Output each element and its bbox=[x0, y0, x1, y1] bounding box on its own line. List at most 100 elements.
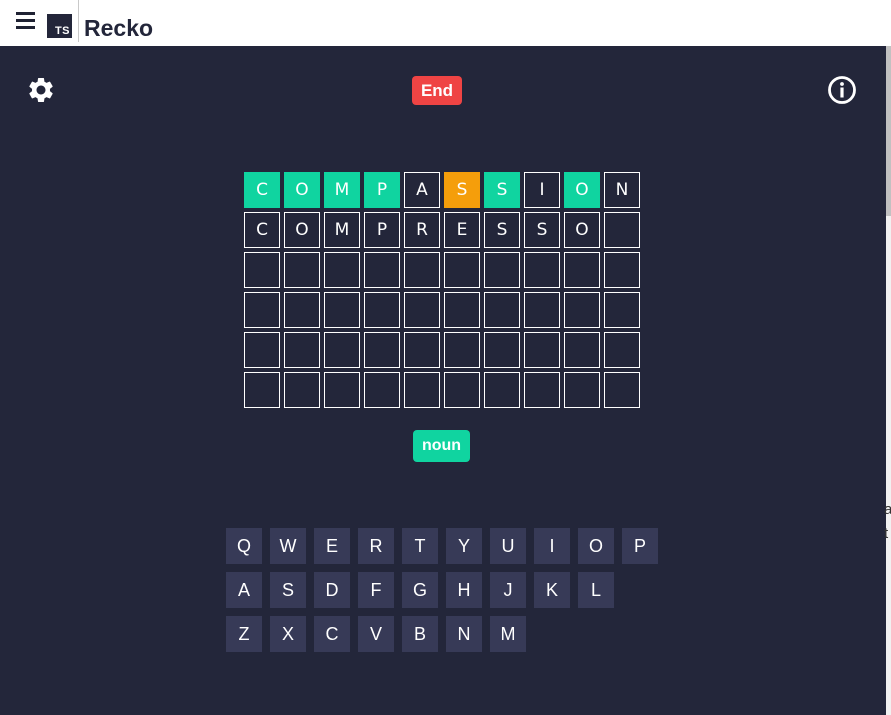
key-d[interactable]: D bbox=[314, 572, 350, 608]
keyboard-row: QWERTYUIOP bbox=[226, 528, 666, 564]
letter-tile: O bbox=[284, 212, 320, 248]
letter-tile bbox=[404, 292, 440, 328]
letter-tile bbox=[524, 372, 560, 408]
key-a[interactable]: A bbox=[226, 572, 262, 608]
key-s[interactable]: S bbox=[270, 572, 306, 608]
letter-tile: S bbox=[524, 212, 560, 248]
key-l[interactable]: L bbox=[578, 572, 614, 608]
key-z[interactable]: Z bbox=[226, 616, 262, 652]
letter-tile bbox=[364, 292, 400, 328]
key-g[interactable]: G bbox=[402, 572, 438, 608]
letter-tile bbox=[324, 372, 360, 408]
guess-board: COMPASSIONCOMPRESSO bbox=[244, 172, 644, 412]
key-h[interactable]: H bbox=[446, 572, 482, 608]
letter-tile bbox=[244, 332, 280, 368]
letter-tile bbox=[404, 332, 440, 368]
key-w[interactable]: W bbox=[270, 528, 306, 564]
letter-tile: P bbox=[364, 172, 400, 208]
letter-tile bbox=[364, 332, 400, 368]
key-p[interactable]: P bbox=[622, 528, 658, 564]
board-row bbox=[244, 292, 644, 328]
key-x[interactable]: X bbox=[270, 616, 306, 652]
edge-text: t bbox=[884, 525, 889, 542]
key-o[interactable]: O bbox=[578, 528, 614, 564]
key-n[interactable]: N bbox=[446, 616, 482, 652]
key-i[interactable]: I bbox=[534, 528, 570, 564]
letter-tile bbox=[284, 252, 320, 288]
game-area: End COMPASSIONCOMPRESSO noun QWERTYUIOPA… bbox=[0, 46, 886, 715]
letter-tile: A bbox=[404, 172, 440, 208]
letter-tile bbox=[604, 292, 640, 328]
key-m[interactable]: M bbox=[490, 616, 526, 652]
letter-tile: S bbox=[444, 172, 480, 208]
board-row bbox=[244, 372, 644, 408]
letter-tile bbox=[324, 292, 360, 328]
info-icon[interactable] bbox=[827, 75, 857, 105]
letter-tile bbox=[284, 292, 320, 328]
letter-tile bbox=[404, 252, 440, 288]
letter-tile: O bbox=[284, 172, 320, 208]
letter-tile bbox=[284, 332, 320, 368]
letter-tile: I bbox=[524, 172, 560, 208]
letter-tile bbox=[364, 372, 400, 408]
letter-tile bbox=[564, 292, 600, 328]
key-q[interactable]: Q bbox=[226, 528, 262, 564]
letter-tile bbox=[324, 252, 360, 288]
key-y[interactable]: Y bbox=[446, 528, 482, 564]
hamburger-menu-icon[interactable] bbox=[16, 12, 35, 29]
key-c[interactable]: C bbox=[314, 616, 350, 652]
key-t[interactable]: T bbox=[402, 528, 438, 564]
word-type-hint: noun bbox=[413, 430, 470, 462]
letter-tile bbox=[564, 332, 600, 368]
letter-tile bbox=[484, 292, 520, 328]
board-row bbox=[244, 252, 644, 288]
header-divider bbox=[78, 0, 79, 42]
letter-tile bbox=[444, 372, 480, 408]
key-f[interactable]: F bbox=[358, 572, 394, 608]
letter-tile bbox=[604, 372, 640, 408]
letter-tile bbox=[564, 372, 600, 408]
letter-tile bbox=[324, 332, 360, 368]
letter-tile: C bbox=[244, 172, 280, 208]
letter-tile: R bbox=[404, 212, 440, 248]
top-bar: TS Recko bbox=[0, 0, 891, 46]
scrollbar-thumb[interactable] bbox=[886, 46, 891, 216]
letter-tile bbox=[484, 372, 520, 408]
letter-tile bbox=[244, 372, 280, 408]
letter-tile: P bbox=[364, 212, 400, 248]
letter-tile: E bbox=[444, 212, 480, 248]
key-j[interactable]: J bbox=[490, 572, 526, 608]
letter-tile bbox=[444, 332, 480, 368]
key-v[interactable]: V bbox=[358, 616, 394, 652]
key-k[interactable]: K bbox=[534, 572, 570, 608]
letter-tile bbox=[484, 332, 520, 368]
letter-tile bbox=[524, 332, 560, 368]
letter-tile: O bbox=[564, 212, 600, 248]
letter-tile: S bbox=[484, 212, 520, 248]
letter-tile bbox=[444, 252, 480, 288]
key-e[interactable]: E bbox=[314, 528, 350, 564]
letter-tile: N bbox=[604, 172, 640, 208]
letter-tile bbox=[524, 252, 560, 288]
letter-tile bbox=[604, 332, 640, 368]
key-u[interactable]: U bbox=[490, 528, 526, 564]
keyboard-row: ZXCVBNM bbox=[226, 616, 666, 652]
board-row: COMPRESSO bbox=[244, 212, 644, 248]
app-title: Recko bbox=[84, 15, 154, 41]
keyboard-row: ASDFGHJKL bbox=[226, 572, 666, 608]
letter-tile bbox=[404, 372, 440, 408]
key-r[interactable]: R bbox=[358, 528, 394, 564]
gear-icon[interactable] bbox=[26, 75, 56, 105]
letter-tile bbox=[244, 292, 280, 328]
end-button[interactable]: End bbox=[412, 76, 462, 105]
letter-tile bbox=[604, 252, 640, 288]
letter-tile bbox=[524, 292, 560, 328]
key-b[interactable]: B bbox=[402, 616, 438, 652]
letter-tile: M bbox=[324, 212, 360, 248]
letter-tile bbox=[284, 372, 320, 408]
letter-tile: C bbox=[244, 212, 280, 248]
letter-tile bbox=[604, 212, 640, 248]
letter-tile bbox=[564, 252, 600, 288]
letter-tile bbox=[484, 252, 520, 288]
letter-tile: O bbox=[564, 172, 600, 208]
